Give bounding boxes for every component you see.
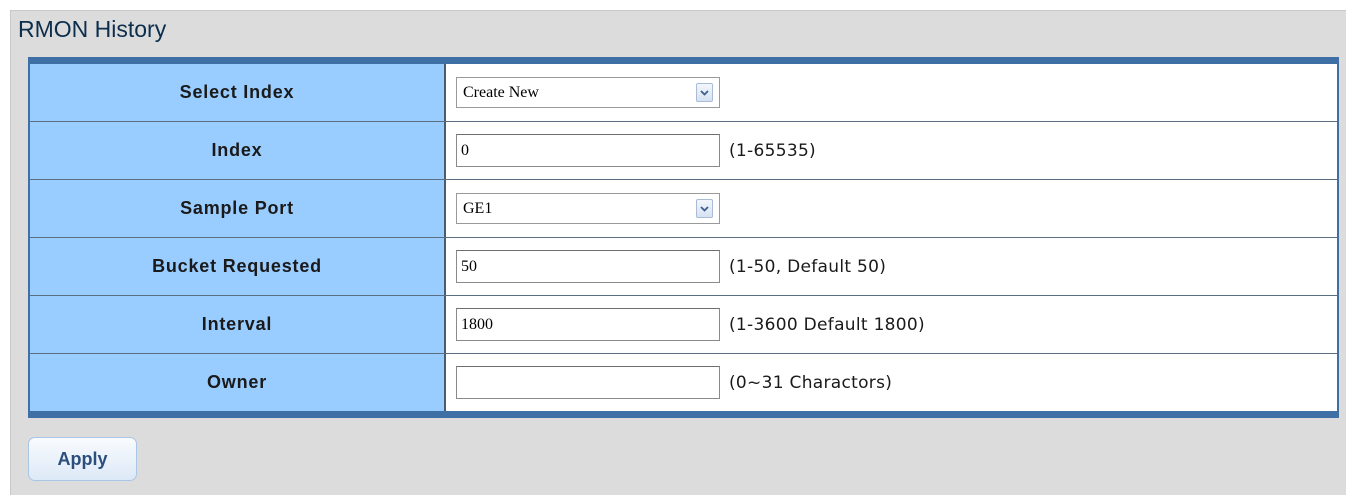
interval-hint: (1-3600 Default 1800)	[729, 314, 925, 335]
index-cell: (1-65535)	[446, 122, 1337, 179]
rmon-history-form: Select Index Create New Index (1-65535) …	[28, 57, 1339, 418]
form-row-index: Index (1-65535)	[30, 122, 1337, 180]
form-row-owner: Owner (0~31 Charactors)	[30, 354, 1337, 411]
owner-label: Owner	[30, 354, 446, 411]
apply-button[interactable]: Apply	[28, 437, 137, 481]
select-index-value: Create New	[463, 83, 539, 101]
bucket-requested-label: Bucket Requested	[30, 238, 446, 295]
sample-port-cell: GE1	[446, 180, 1337, 237]
interval-label: Interval	[30, 296, 446, 353]
bucket-requested-cell: (1-50, Default 50)	[446, 238, 1337, 295]
bucket-requested-input[interactable]	[456, 250, 720, 283]
index-label: Index	[30, 122, 446, 179]
interval-input[interactable]	[456, 308, 720, 341]
index-input[interactable]	[456, 134, 720, 167]
form-row-bucket-requested: Bucket Requested (1-50, Default 50)	[30, 238, 1337, 296]
owner-hint: (0~31 Charactors)	[729, 372, 893, 393]
form-row-sample-port: Sample Port GE1	[30, 180, 1337, 238]
select-index-label: Select Index	[30, 64, 446, 121]
form-row-select-index: Select Index Create New	[30, 64, 1337, 122]
form-row-interval: Interval (1-3600 Default 1800)	[30, 296, 1337, 354]
select-index-cell: Create New	[446, 64, 1337, 121]
interval-cell: (1-3600 Default 1800)	[446, 296, 1337, 353]
chevron-down-icon	[696, 199, 713, 218]
owner-cell: (0~31 Charactors)	[446, 354, 1337, 411]
bucket-requested-hint: (1-50, Default 50)	[729, 256, 887, 277]
chevron-down-icon	[696, 83, 713, 102]
sample-port-label: Sample Port	[30, 180, 446, 237]
select-index-dropdown[interactable]: Create New	[456, 77, 720, 108]
sample-port-value: GE1	[463, 199, 493, 217]
index-hint: (1-65535)	[729, 140, 816, 161]
sample-port-dropdown[interactable]: GE1	[456, 193, 720, 224]
owner-input[interactable]	[456, 366, 720, 399]
page-title: RMON History	[18, 16, 167, 42]
